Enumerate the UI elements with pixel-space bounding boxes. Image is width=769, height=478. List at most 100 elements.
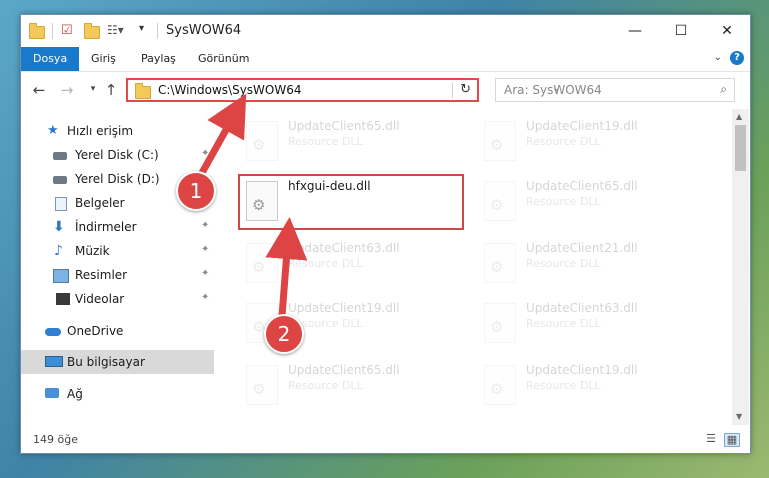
address-divider bbox=[452, 82, 453, 98]
ribbon-tabs: Dosya Giriş Paylaş Görünüm ⌄ ? bbox=[21, 47, 750, 72]
pin-icon[interactable]: ✦ bbox=[201, 148, 209, 159]
file-description: Resource DLL bbox=[526, 195, 601, 208]
nav-label: Hızlı erişim bbox=[67, 124, 134, 138]
callout-step-2: 2 bbox=[264, 314, 304, 354]
pin-icon[interactable]: ✦ bbox=[201, 292, 209, 303]
file-name: UpdateClient19.dll bbox=[526, 363, 638, 377]
music-icon: ♪ bbox=[54, 243, 63, 259]
dll-file-icon bbox=[246, 365, 278, 405]
nav-item-network[interactable]: Ağ bbox=[21, 382, 214, 406]
dll-file-icon bbox=[484, 243, 516, 283]
tab-home[interactable]: Giriş bbox=[79, 47, 128, 71]
nav-label: İndirmeler bbox=[75, 220, 137, 234]
nav-label: Müzik bbox=[75, 244, 110, 258]
forward-button[interactable]: → bbox=[57, 81, 77, 99]
file-item[interactable]: UpdateClient63.dll Resource DLL bbox=[474, 297, 694, 353]
documents-icon bbox=[55, 197, 67, 211]
minimize-button[interactable]: — bbox=[612, 15, 658, 47]
nav-item-quick-access[interactable]: ★ Hızlı erişim bbox=[21, 119, 214, 143]
nav-label: Belgeler bbox=[75, 196, 125, 210]
refresh-icon[interactable]: ↻ bbox=[460, 82, 471, 97]
nav-item-videos[interactable]: Videolar ✦ bbox=[21, 287, 214, 311]
customize-quick-access-icon[interactable]: ☷▾ bbox=[107, 23, 124, 39]
nav-label: Videolar bbox=[75, 292, 125, 306]
dll-file-icon bbox=[484, 121, 516, 161]
file-name: UpdateClient21.dll bbox=[526, 241, 638, 255]
navigation-pane: ★ Hızlı erişim Yerel Disk (C:) ✦ Yerel D… bbox=[21, 109, 214, 425]
file-name: UpdateClient65.dll bbox=[288, 119, 400, 133]
file-name: UpdateClient19.dll bbox=[288, 301, 400, 315]
nav-label: Yerel Disk (D:) bbox=[75, 172, 160, 186]
title-bar: ☑ ☷▾ ▾ SysWOW64 — ☐ ✕ bbox=[21, 15, 750, 47]
file-name: UpdateClient65.dll bbox=[288, 363, 400, 377]
nav-item-downloads[interactable]: ⬇ İndirmeler ✦ bbox=[21, 215, 214, 239]
file-item[interactable]: UpdateClient65.dll Resource DLL bbox=[236, 115, 456, 171]
search-input[interactable]: Ara: SysWOW64 ⌕ bbox=[495, 78, 735, 102]
search-placeholder: Ara: SysWOW64 bbox=[504, 83, 602, 97]
folder-icon bbox=[135, 83, 151, 99]
file-highlight-box bbox=[238, 174, 464, 230]
file-item[interactable]: UpdateClient63.dll Resource DLL bbox=[236, 237, 456, 293]
address-path: C:\Windows\SysWOW64 bbox=[158, 83, 302, 97]
scroll-down-icon[interactable]: ▼ bbox=[736, 412, 742, 421]
new-folder-icon[interactable] bbox=[84, 23, 100, 39]
file-description: Resource DLL bbox=[526, 317, 601, 330]
file-item[interactable]: UpdateClient65.dll Resource DLL bbox=[474, 175, 694, 231]
file-name: UpdateClient63.dll bbox=[526, 301, 638, 315]
pin-icon[interactable]: ✦ bbox=[201, 268, 209, 279]
pin-icon[interactable]: ✦ bbox=[201, 220, 209, 231]
toolbar-divider bbox=[52, 23, 53, 39]
dll-file-icon bbox=[484, 181, 516, 221]
properties-icon[interactable]: ☑ bbox=[61, 23, 75, 39]
network-icon bbox=[45, 388, 59, 398]
file-description: Resource DLL bbox=[526, 257, 601, 270]
tab-file[interactable]: Dosya bbox=[21, 47, 80, 71]
address-bar[interactable]: C:\Windows\SysWOW64 ⌄ ↻ bbox=[126, 78, 560, 102]
this-pc-icon bbox=[45, 356, 63, 367]
dll-file-icon bbox=[484, 303, 516, 343]
file-name: UpdateClient65.dll bbox=[526, 179, 638, 193]
file-item[interactable]: UpdateClient19.dll Resource DLL bbox=[474, 359, 694, 415]
file-description: Resource DLL bbox=[288, 135, 363, 148]
nav-label: Yerel Disk (C:) bbox=[75, 148, 159, 162]
large-icons-view-icon[interactable]: ▦ bbox=[724, 433, 740, 447]
file-description: Resource DLL bbox=[526, 379, 601, 392]
folder-icon bbox=[29, 23, 45, 39]
explorer-window: ☑ ☷▾ ▾ SysWOW64 — ☐ ✕ Dosya Giriş Paylaş… bbox=[20, 14, 751, 454]
maximize-button[interactable]: ☐ bbox=[658, 15, 704, 47]
scroll-up-icon[interactable]: ▲ bbox=[736, 112, 742, 121]
expand-ribbon-icon[interactable]: ⌄ bbox=[714, 52, 722, 63]
file-description: Resource DLL bbox=[288, 379, 363, 392]
close-button[interactable]: ✕ bbox=[704, 15, 750, 47]
back-button[interactable]: ← bbox=[29, 81, 49, 99]
help-icon[interactable]: ? bbox=[730, 51, 744, 65]
file-item[interactable]: UpdateClient21.dll Resource DLL bbox=[474, 237, 694, 293]
status-bar: 149 öğe ☰ ▦ bbox=[21, 425, 750, 453]
star-icon: ★ bbox=[47, 123, 59, 138]
downloads-icon: ⬇ bbox=[53, 219, 65, 235]
dll-file-icon bbox=[246, 121, 278, 161]
search-icon: ⌕ bbox=[720, 82, 727, 96]
file-description: Resource DLL bbox=[526, 135, 601, 148]
pictures-icon bbox=[53, 269, 69, 283]
nav-item-this-pc[interactable]: Bu bilgisayar bbox=[21, 350, 214, 374]
file-item[interactable]: UpdateClient19.dll Resource DLL bbox=[474, 115, 694, 171]
nav-item-onedrive[interactable]: OneDrive bbox=[21, 319, 214, 343]
pin-icon[interactable]: ✦ bbox=[201, 244, 209, 255]
tab-share[interactable]: Paylaş bbox=[129, 47, 188, 71]
scrollbar-thumb[interactable] bbox=[735, 125, 746, 171]
nav-label: Resimler bbox=[75, 268, 128, 282]
videos-icon bbox=[53, 293, 70, 305]
up-button[interactable]: ↑ bbox=[101, 81, 121, 99]
tab-view[interactable]: Görünüm bbox=[186, 47, 261, 71]
dll-file-icon bbox=[484, 365, 516, 405]
quick-access-dropdown-icon[interactable]: ▾ bbox=[139, 23, 149, 39]
nav-item-pictures[interactable]: Resimler ✦ bbox=[21, 263, 214, 287]
recent-locations-icon[interactable]: ▾ bbox=[83, 84, 103, 94]
file-item[interactable]: UpdateClient65.dll Resource DLL bbox=[236, 359, 456, 415]
nav-item-local-disk-c[interactable]: Yerel Disk (C:) ✦ bbox=[21, 143, 214, 167]
details-view-icon[interactable]: ☰ bbox=[704, 433, 718, 445]
nav-item-music[interactable]: ♪ Müzik ✦ bbox=[21, 239, 214, 263]
vertical-scrollbar[interactable]: ▲ ▼ bbox=[732, 109, 749, 425]
file-list: UpdateClient65.dll Resource DLL hfxgui-d… bbox=[214, 109, 734, 425]
